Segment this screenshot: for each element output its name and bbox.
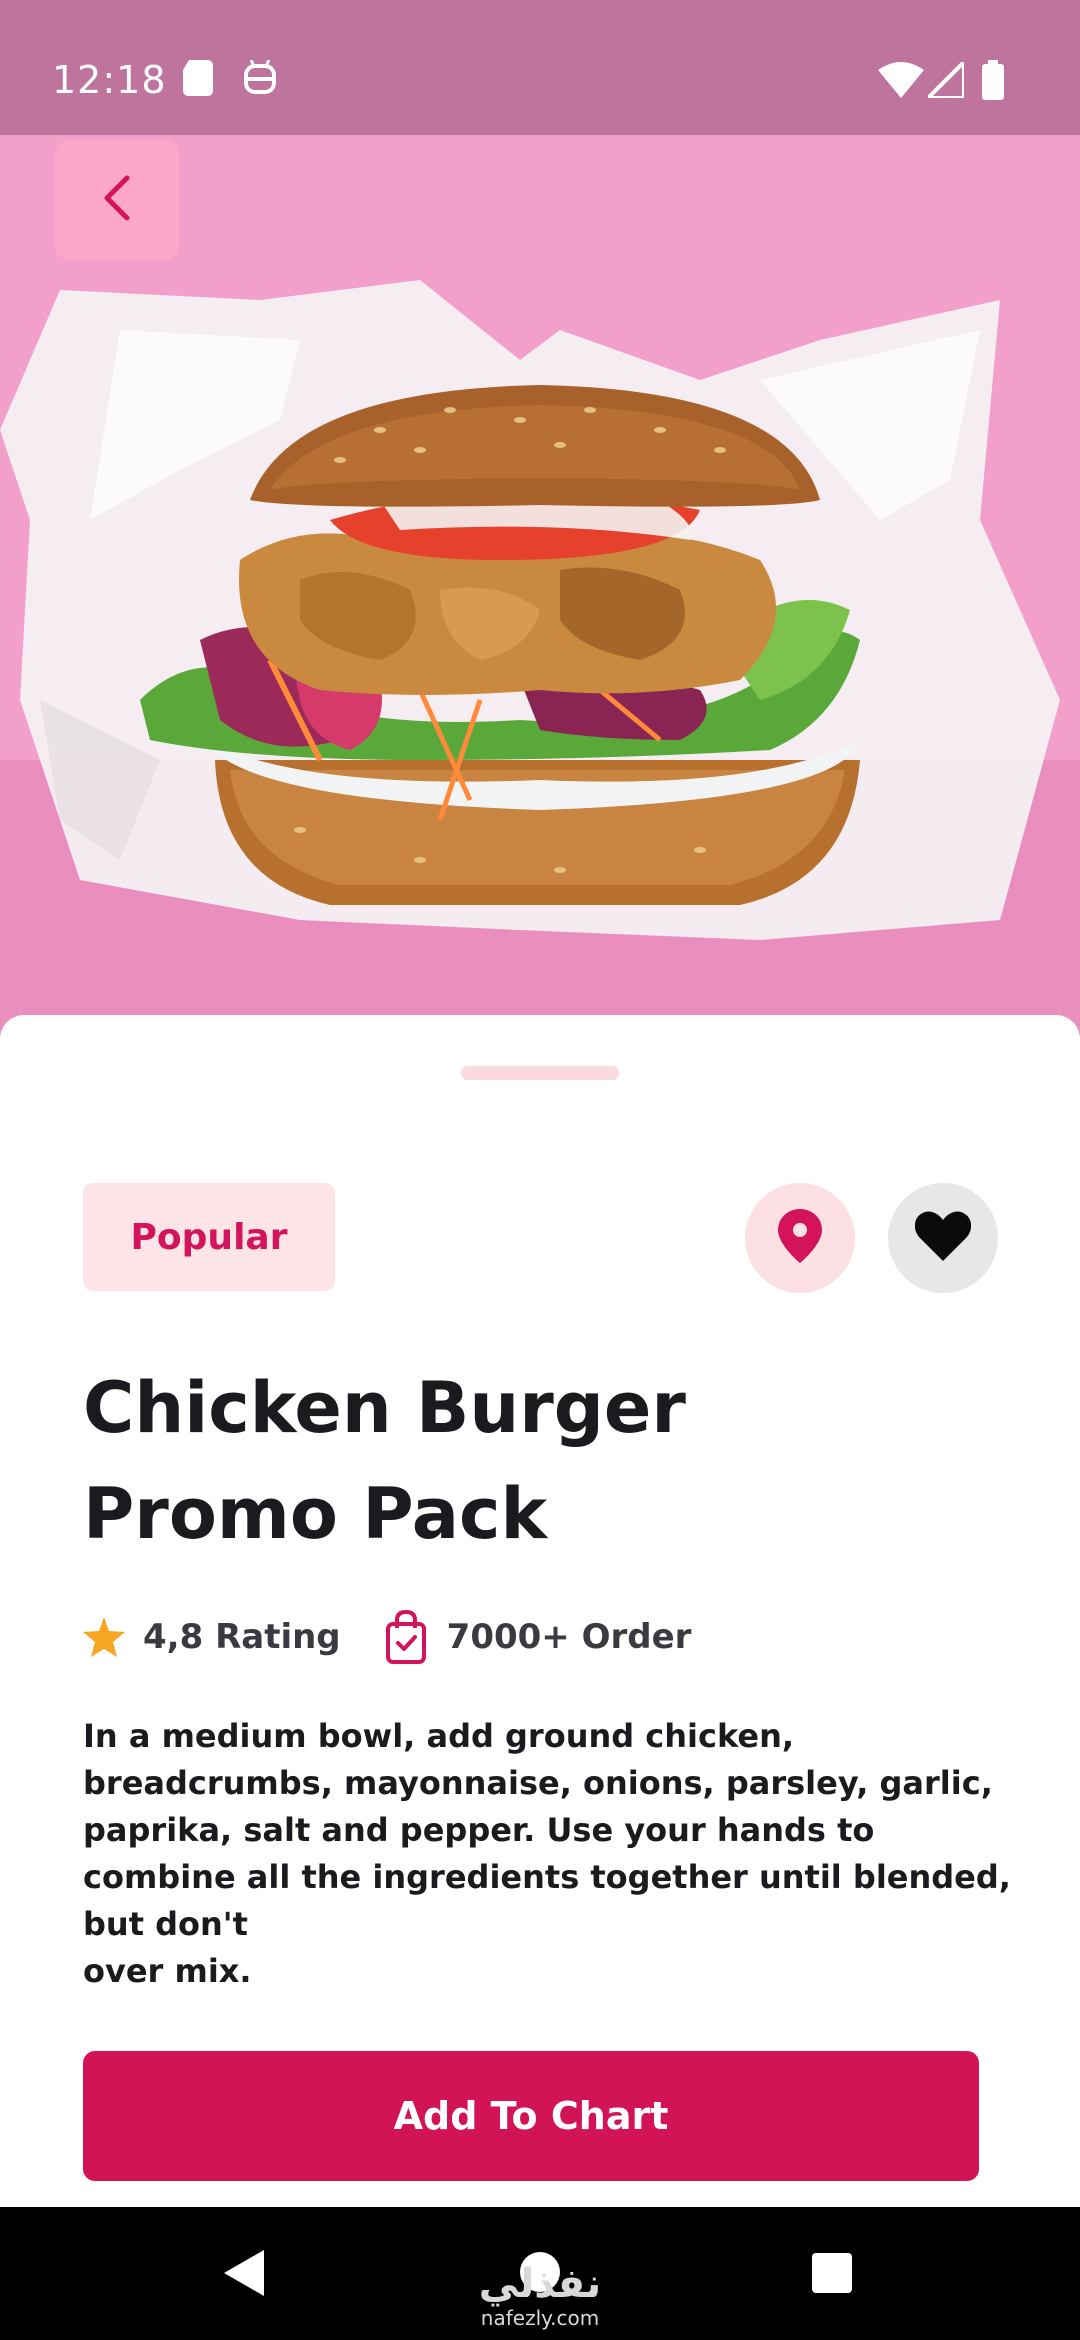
orders-info: 7000+ Order — [385, 1610, 692, 1664]
shopping-bag-check-icon — [385, 1610, 427, 1664]
favorite-button[interactable] — [888, 1183, 998, 1293]
android-debug-icon — [243, 59, 277, 100]
recents-square-icon — [811, 2252, 853, 2298]
popular-badge: Popular — [83, 1183, 335, 1291]
product-title: Chicken Burger Promo Pack — [83, 1355, 983, 1567]
product-description: In a medium bowl, add ground chicken, br… — [83, 1713, 1011, 1995]
wifi-icon — [878, 62, 924, 102]
rating-info: 4,8 Rating — [83, 1617, 341, 1657]
orders-text: 7000+ Order — [446, 1617, 692, 1657]
status-time: 12:18 — [52, 58, 167, 102]
description-line: In a medium bowl, add ground chicken, — [83, 1717, 795, 1755]
map-pin-icon — [778, 1209, 822, 1267]
description-line: combine all the ingredients together unt… — [83, 1858, 1011, 1896]
chevron-left-icon — [97, 173, 137, 227]
watermark-arabic: نفذلي — [478, 2261, 602, 2307]
star-icon — [83, 1617, 125, 1657]
description-line: over mix. — [83, 1952, 252, 1990]
description-line: but don't — [83, 1905, 248, 1943]
product-detail-screen: 12:18 Popular Chicken Burger Promo Pack … — [0, 0, 1080, 2340]
watermark: نفذلي nafezly.com — [470, 2262, 610, 2330]
product-title-line1: Chicken Burger — [83, 1367, 686, 1449]
battery-icon — [982, 60, 1004, 104]
sd-card-icon — [183, 60, 213, 100]
rating-text: 4,8 Rating — [143, 1617, 341, 1657]
nav-recents-button[interactable] — [811, 2252, 853, 2298]
add-to-cart-button[interactable]: Add To Chart — [83, 2051, 979, 2181]
nav-back-button[interactable] — [222, 2250, 266, 2300]
product-title-line2: Promo Pack — [83, 1473, 548, 1555]
location-button[interactable] — [745, 1183, 855, 1293]
description-line: breadcrumbs, mayonnaise, onions, parsley… — [83, 1764, 993, 1802]
back-triangle-icon — [224, 2250, 264, 2300]
watermark-latin: nafezly.com — [480, 2306, 600, 2330]
product-meta-row: 4,8 Rating 7000+ Order — [83, 1605, 691, 1669]
description-line: paprika, salt and pepper. Use your hands… — [83, 1811, 875, 1849]
back-button[interactable] — [55, 140, 179, 260]
product-detail-sheet: Popular Chicken Burger Promo Pack 4,8 Ra… — [0, 1015, 1080, 2205]
signal-icon — [923, 57, 966, 102]
drag-handle[interactable] — [461, 1066, 619, 1080]
heart-icon — [914, 1211, 972, 1265]
status-bar: 12:18 — [0, 0, 1080, 135]
